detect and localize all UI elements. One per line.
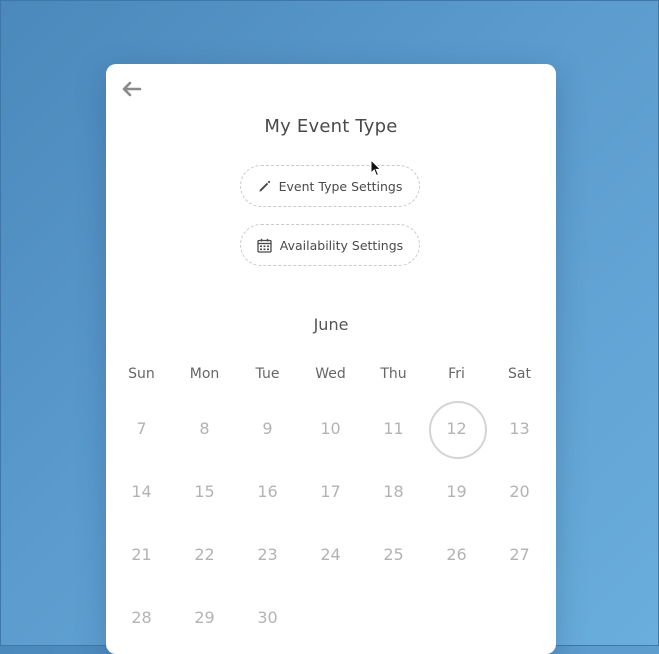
weekday-wed: Wed xyxy=(315,366,346,382)
weekday-thu: Thu xyxy=(380,366,407,382)
calendar-day[interactable]: 14 xyxy=(110,464,173,520)
calendar-day[interactable]: 30 xyxy=(236,590,299,646)
calendar-day[interactable]: 17 xyxy=(299,464,362,520)
calendar-week-3: 21 22 23 24 25 26 27 xyxy=(110,527,552,583)
calendar-day-empty xyxy=(425,590,488,646)
calendar-day[interactable]: 19 xyxy=(425,464,488,520)
calendar-day[interactable]: 21 xyxy=(110,527,173,583)
calendar-weekday-header: Sun Mon Tue Wed Thu Fri Sat xyxy=(110,366,552,382)
calendar-day-empty xyxy=(299,590,362,646)
calendar-week-4: 28 29 30 xyxy=(110,590,552,646)
calendar-day[interactable]: 25 xyxy=(362,527,425,583)
calendar-day[interactable]: 29 xyxy=(173,590,236,646)
calendar-week-1: 7 8 9 10 11 12 13 xyxy=(110,401,552,459)
weekday-sat: Sat xyxy=(508,366,531,382)
calendar-day[interactable]: 20 xyxy=(488,464,551,520)
calendar-day[interactable]: 9 xyxy=(236,401,299,457)
calendar-day[interactable]: 8 xyxy=(173,401,236,457)
calendar-day-empty xyxy=(362,590,425,646)
calendar-day[interactable]: 13 xyxy=(488,401,551,457)
calendar-day[interactable]: 10 xyxy=(299,401,362,457)
weekday-fri: Fri xyxy=(448,366,465,382)
calendar-week-2: 14 15 16 17 18 19 20 xyxy=(110,464,552,520)
availability-settings-button[interactable]: Availability Settings xyxy=(240,224,420,266)
weekday-tue: Tue xyxy=(255,366,280,382)
arrow-left-icon xyxy=(122,81,142,97)
availability-settings-label: Availability Settings xyxy=(279,237,404,253)
calendar-day[interactable]: 26 xyxy=(425,527,488,583)
calendar-day[interactable]: 23 xyxy=(236,527,299,583)
calendar-day[interactable]: 16 xyxy=(236,464,299,520)
page-title: My Event Type xyxy=(264,116,398,137)
calendar-day[interactable]: 24 xyxy=(299,527,362,583)
calendar-day-today[interactable]: 12 xyxy=(425,401,488,459)
weekday-mon: Mon xyxy=(189,366,220,382)
pencil-icon xyxy=(259,180,270,192)
calendar-day-empty xyxy=(488,590,551,646)
event-type-card: My Event Type Event Type Settings Availa… xyxy=(106,64,556,654)
calendar-month: June xyxy=(313,315,349,334)
back-button[interactable] xyxy=(120,78,144,100)
calendar-day[interactable]: 22 xyxy=(173,527,236,583)
weekday-sun: Sun xyxy=(128,366,155,382)
calendar-day[interactable]: 7 xyxy=(110,401,173,457)
calendar-day[interactable]: 15 xyxy=(173,464,236,520)
calendar-day[interactable]: 18 xyxy=(362,464,425,520)
calendar-day[interactable]: 27 xyxy=(488,527,551,583)
calendar-icon xyxy=(257,238,272,253)
calendar-day[interactable]: 11 xyxy=(362,401,425,457)
event-type-settings-button[interactable]: Event Type Settings xyxy=(240,165,420,207)
event-type-settings-label: Event Type Settings xyxy=(278,178,403,194)
calendar-day[interactable]: 28 xyxy=(110,590,173,646)
mouse-cursor-icon xyxy=(370,159,382,177)
